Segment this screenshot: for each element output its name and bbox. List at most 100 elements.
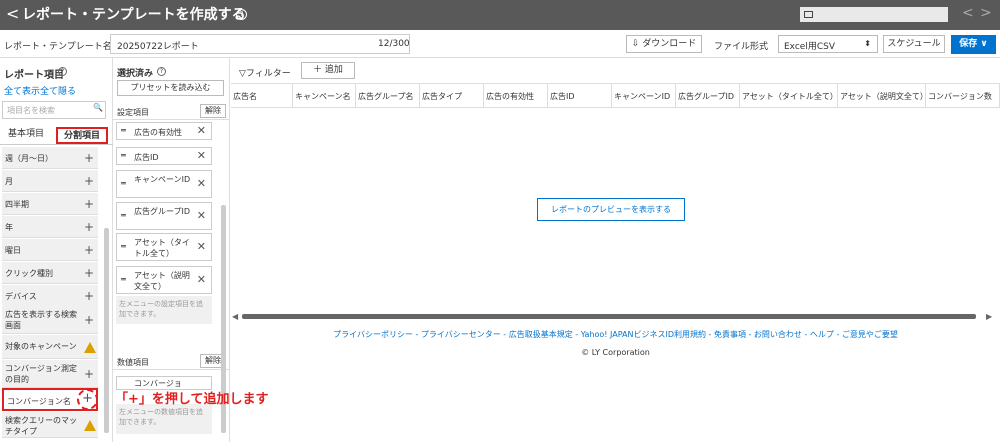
drag-handle-icon[interactable]: ═ (121, 211, 129, 220)
left-scrollbar[interactable] (104, 228, 109, 433)
list-item[interactable]: 週（月〜日） + (2, 147, 98, 169)
settings-clear-button[interactable]: 解除 (200, 104, 226, 118)
drag-handle-icon[interactable]: ═ (121, 275, 129, 284)
list-item[interactable]: コンバージョン測定の目的 + (2, 360, 98, 388)
help-icon[interactable]: ? (157, 67, 166, 76)
column-header[interactable]: 広告グループID (676, 84, 740, 108)
drag-handle-icon[interactable]: ═ (121, 242, 129, 251)
prev-arrow-icon[interactable]: < (962, 4, 974, 22)
help-icon[interactable]: ? (236, 9, 247, 20)
highlighted-plus-icon[interactable]: + (77, 389, 98, 410)
numeric-section-header: 数値項目 解除 (113, 352, 230, 370)
column-header[interactable]: 広告の有効性 (484, 84, 548, 108)
list-item-label: 曜日 (5, 246, 21, 255)
selected-item-card[interactable]: ═ 広告の有効性 ✕ (116, 122, 212, 140)
column-header[interactable]: 広告タイプ (420, 84, 484, 108)
list-item-label: 四半期 (5, 200, 29, 209)
selected-item-label: 広告の有効性 (134, 128, 182, 137)
schedule-button[interactable]: スケジュール (883, 35, 945, 53)
template-name-label: レポート・テンプレート名 (4, 42, 112, 52)
footer-links[interactable]: プライバシーポリシー - プライバシーセンター - 広告取扱基本規定 - Yah… (231, 329, 1000, 340)
remove-icon[interactable]: ✕ (197, 273, 206, 286)
list-item[interactable]: 曜日 + (2, 239, 98, 261)
add-icon[interactable]: + (84, 197, 94, 211)
format-select[interactable]: Excel用CSV ⬍ (778, 35, 878, 53)
drag-handle-icon[interactable]: ═ (121, 151, 129, 160)
add-icon[interactable]: + (84, 151, 94, 165)
list-item-label: コンバージョン測定の目的 (5, 364, 77, 384)
add-icon[interactable]: + (84, 174, 94, 188)
remove-icon[interactable]: ✕ (197, 209, 206, 222)
drag-handle-icon[interactable]: ═ (121, 126, 129, 135)
list-item[interactable]: 年 + (2, 216, 98, 238)
selected-item-label: アセット（説明文全て） (134, 271, 190, 291)
add-icon[interactable]: + (84, 289, 94, 303)
settings-label: 設定項目 (117, 108, 149, 117)
instruction-callout: 「+」を押して追加します (115, 392, 269, 407)
drag-handle-icon[interactable]: ═ (121, 179, 129, 188)
account-selector[interactable] (800, 7, 948, 22)
selected-item-card[interactable]: ═ 広告ID ✕ (116, 147, 212, 165)
filter-button[interactable]: ▽フィルター (239, 66, 291, 79)
template-name-input[interactable]: 20250722レポート (110, 34, 410, 54)
report-items-title: レポート項目 (4, 70, 64, 81)
tab-basic[interactable]: 基本項目 (4, 127, 48, 144)
tab-split[interactable]: 分割項目 (56, 127, 108, 144)
selected-item-card[interactable]: ═ キャンペーンID ✕ (116, 170, 212, 198)
add-filter-button[interactable]: ＋ 追加 (301, 62, 355, 79)
horizontal-scrollbar[interactable] (242, 314, 976, 319)
remove-icon[interactable]: ✕ (197, 149, 206, 162)
column-header[interactable]: 広告名 (231, 84, 293, 108)
help-icon[interactable]: ? (58, 67, 67, 76)
list-item[interactable]: クリック種別 + (2, 262, 98, 284)
scroll-left-icon[interactable]: ◀ (232, 312, 238, 321)
add-icon[interactable]: + (84, 266, 94, 280)
item-tabs: 基本項目 分割項目 (0, 123, 113, 145)
list-item[interactable]: 四半期 + (2, 193, 98, 215)
list-item[interactable]: 広告を表示する検索画面 + (2, 306, 98, 334)
search-placeholder: 項目名を検索 (7, 106, 55, 115)
show-all-link[interactable]: 全て表示 (4, 84, 40, 97)
next-arrow-icon[interactable]: > (980, 4, 992, 22)
list-item-label: 週（月〜日） (5, 154, 53, 163)
save-button[interactable]: 保存 ∨ (951, 35, 996, 54)
warning-icon (84, 419, 96, 431)
selected-item-card[interactable]: ═ アセット（タイトル全て） ✕ (116, 233, 212, 261)
search-icon[interactable]: 🔍 (93, 103, 103, 112)
load-preset-button[interactable]: プリセットを読み込む (117, 80, 224, 96)
settings-note: 左メニューの設定項目を追加できます。 (116, 296, 212, 324)
list-item[interactable]: 検索クエリーのマッチタイプ (2, 412, 98, 438)
add-icon[interactable]: + (84, 243, 94, 257)
remove-icon[interactable]: ✕ (197, 124, 206, 137)
download-button[interactable]: ⇩ ダウンロード (626, 35, 702, 53)
selected-item-card[interactable]: ═ アセット（説明文全て） ✕ (116, 266, 212, 294)
selected-item-label: 広告グループID (134, 207, 191, 216)
add-icon[interactable]: + (84, 367, 94, 381)
list-item[interactable]: デバイス + (2, 285, 98, 307)
show-preview-button[interactable]: レポートのプレビューを表示する (537, 198, 685, 221)
list-item[interactable]: 月 + (2, 170, 98, 192)
add-icon[interactable]: + (84, 313, 94, 327)
column-header[interactable]: コンバージョン数 (926, 84, 1000, 108)
column-header[interactable]: アセット（説明文全て） (838, 84, 926, 108)
settings-section-header: 設定項目 解除 (113, 102, 230, 120)
item-search-input[interactable]: 項目名を検索 🔍 (2, 101, 106, 119)
selected-item-label: アセット（タイトル全て） (134, 238, 190, 258)
list-item[interactable]: 対象のキャンペーン (2, 335, 98, 359)
scroll-right-icon[interactable]: ▶ (986, 312, 992, 321)
list-item-label: 月 (5, 177, 13, 186)
column-header[interactable]: 広告グループ名 (356, 84, 420, 108)
collapse-all-link[interactable]: 全て隠る (40, 84, 76, 97)
selected-title: 選択済み (117, 69, 154, 79)
add-icon[interactable]: + (84, 220, 94, 234)
column-header[interactable]: アセット（タイトル全て） (740, 84, 838, 108)
column-header[interactable]: キャンペーンID (612, 84, 676, 108)
selected-item-label: キャンペーンID (134, 175, 191, 184)
column-header[interactable]: キャンペーン名 (293, 84, 356, 108)
column-header[interactable]: 広告ID (548, 84, 612, 108)
back-icon[interactable]: < (6, 5, 19, 23)
list-item-label: 対象のキャンペーン (5, 342, 77, 351)
selected-item-card[interactable]: ═ 広告グループID ✕ (116, 202, 212, 230)
remove-icon[interactable]: ✕ (197, 240, 206, 253)
remove-icon[interactable]: ✕ (197, 177, 206, 190)
